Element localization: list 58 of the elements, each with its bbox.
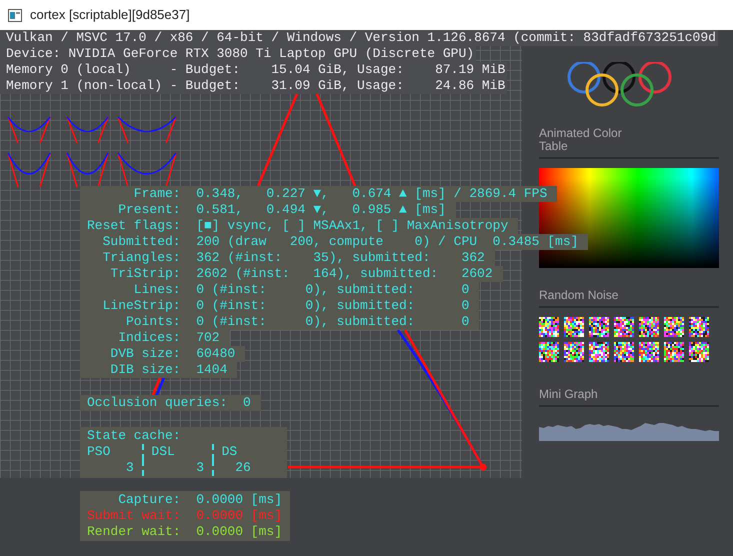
noise-tile [639, 317, 659, 337]
stat-value: 0.348, 0.227 ▼, 0.674 ▲ [ms] / 2869.4 FPS [196, 186, 548, 202]
stat-value: 0 [243, 395, 251, 411]
app-icon [8, 8, 22, 22]
noise-tile [614, 317, 634, 337]
noise-tile [614, 342, 634, 362]
column-header: DS [212, 444, 259, 460]
stat-value: 1404 [196, 362, 228, 378]
stat-value: 200 (draw 200, compute 0) / CPU 0.3485 [ms] [196, 234, 578, 250]
stat-value: 0.581, 0.494 ▼, 0.985 ▲ [ms] [196, 202, 446, 218]
stat-label: DVB size: [109, 346, 181, 362]
stat-label: Present: [117, 202, 181, 218]
timing-label: Render wait: [87, 524, 181, 540]
window-title: cortex [scriptable][9d85e37] [30, 6, 190, 24]
noise-tile [564, 317, 584, 337]
noise-tile [689, 317, 709, 337]
stat-value: 0 (#inst: 0), submitted: 0 [196, 314, 470, 330]
noise-tile [689, 342, 709, 362]
section-title: Animated Color Table [539, 127, 623, 153]
noise-tile [664, 342, 684, 362]
stat-label: Reset flags: [87, 218, 181, 234]
stat-label: Lines: [132, 282, 181, 298]
noise-tile [564, 342, 584, 362]
stat-value: 2602 (#inst: 164), submitted: 2602 [196, 266, 493, 282]
noise-tile [639, 342, 659, 362]
section-title: Mini Graph [539, 388, 599, 401]
stat-value: [■] vsync, [ ] MSAAx1, [ ] MaxAnisotropy [196, 218, 508, 234]
stat-label: LineStrip: [102, 298, 181, 314]
column-value: 26 [212, 460, 259, 476]
section-title: Random Noise [539, 289, 620, 302]
noise-tile [539, 342, 559, 362]
stat-label: TriStrip: [109, 266, 181, 282]
noise-tile [664, 317, 684, 337]
stat-value: 0 (#inst: 0), submitted: 0 [196, 298, 470, 314]
stat-label: Occlusion queries: [87, 395, 228, 411]
timing-value: 0.0000 [ms] [196, 524, 282, 540]
column-value: 3 [124, 460, 135, 476]
stat-value: 362 (#inst: 35), submitted: 362 [196, 250, 485, 266]
stat-label: Triangles: [102, 250, 181, 266]
stat-label: Frame: [132, 186, 181, 202]
noise-tile [539, 317, 559, 337]
stat-label: Submitted: [102, 234, 181, 250]
column-header: PSO [87, 444, 112, 460]
stat-label: DIB size: [109, 362, 181, 378]
timing-label: Capture: [117, 492, 181, 508]
noise-tile [589, 342, 609, 362]
timing-value: 0.0000 [ms] [196, 508, 282, 524]
timing-label: Submit wait: [87, 508, 181, 524]
stat-value: 702 [196, 330, 220, 346]
noise-tile [589, 317, 609, 337]
timing-value: 0.0000 [ms] [196, 492, 282, 508]
column-value: 3 [142, 460, 212, 476]
stat-label: Indices: [117, 330, 181, 346]
column-header: DSL [142, 444, 212, 460]
stat-label: Points: [125, 314, 181, 330]
stat-value: 0 (#inst: 0), submitted: 0 [196, 282, 470, 298]
stat-value: 60480 [196, 346, 236, 362]
state-cache-title: State cache: [87, 428, 182, 444]
